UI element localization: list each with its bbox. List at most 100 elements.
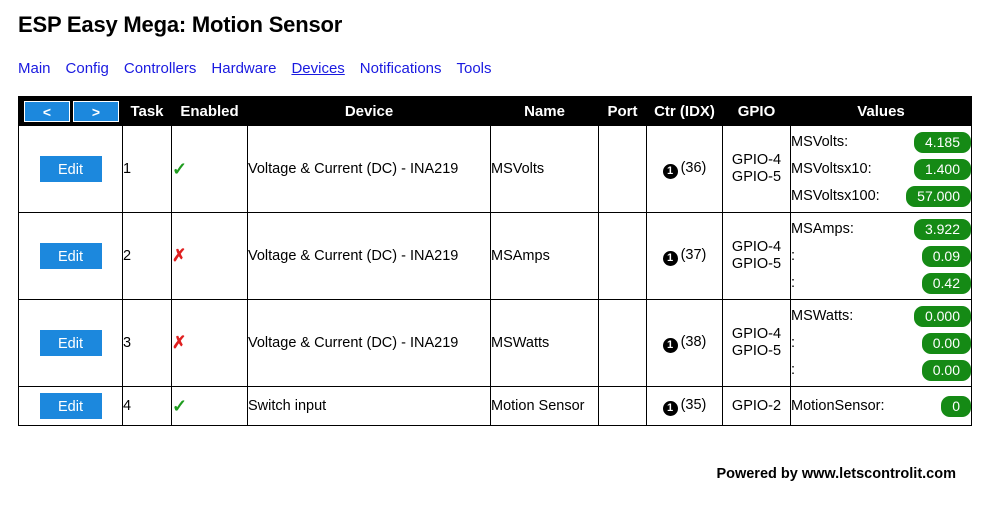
header-port: Port: [598, 96, 647, 126]
table-row: Edit 4 ✓ Switch input Motion Sensor 1 (35) GPIO…: [18, 386, 972, 426]
edit-cell: Edit: [18, 386, 123, 426]
nav-item-controllers[interactable]: Controllers: [124, 60, 197, 77]
header-enabled: Enabled: [171, 96, 248, 126]
edit-button[interactable]: Edit: [39, 393, 102, 419]
value-badge: 0.42: [921, 272, 971, 294]
cross-icon: ✗: [172, 333, 187, 352]
gpio-pin: GPIO-5: [731, 343, 782, 359]
header-ctr-idx: Ctr (IDX): [646, 96, 723, 126]
check-icon: ✓: [172, 395, 188, 416]
header-pager-cell: < >: [18, 96, 123, 126]
nav-item-notifications[interactable]: Notifications: [360, 60, 442, 77]
prev-page-button[interactable]: <: [24, 100, 70, 122]
value-label: :: [791, 335, 796, 351]
controller-idx-value: (36): [680, 159, 707, 176]
controller-idx-value: (37): [680, 246, 707, 263]
device-port: [598, 212, 647, 300]
header-values: Values: [790, 96, 972, 126]
edit-cell: Edit: [18, 299, 123, 387]
edit-button[interactable]: Edit: [39, 330, 102, 356]
value-label: MSVoltsx10:: [791, 161, 872, 177]
task-number: 3: [122, 299, 172, 387]
controller-number-icon: 1: [662, 163, 678, 179]
controller-idx-cell: 1 (37): [646, 212, 723, 300]
values-cell: MotionSensor: 0: [790, 386, 972, 426]
gpio-cell: GPIO-2: [722, 386, 791, 426]
device-port: [598, 299, 647, 387]
gpio-pin: GPIO-4: [731, 152, 782, 168]
device-name: MSWatts: [490, 299, 599, 387]
value-badge: 0.00: [921, 359, 971, 381]
edit-cell: Edit: [18, 125, 123, 213]
controller-idx-value: (38): [680, 333, 707, 350]
controller-idx-cell: 1 (35): [646, 386, 723, 426]
device-type: Voltage & Current (DC) - INA219: [247, 212, 491, 300]
device-type: Voltage & Current (DC) - INA219: [247, 299, 491, 387]
value-entry: MSVolts: 4.185: [791, 129, 971, 156]
controller-idx-cell: 1 (38): [646, 299, 723, 387]
check-icon: ✓: [172, 158, 188, 179]
value-entry: MotionSensor: 0: [791, 387, 971, 425]
task-number: 1: [122, 125, 172, 213]
value-entry: MSAmps: 3.922: [791, 216, 971, 243]
devices-table-wrapper: < > Task Enabled Device Name Port Ctr (I…: [18, 96, 982, 426]
value-badge: 0: [941, 395, 971, 417]
device-type: Switch input: [247, 386, 491, 426]
table-row: Edit 1 ✓ Voltage & Current (DC) - INA219 MSV…: [18, 125, 972, 213]
nav-item-config[interactable]: Config: [66, 60, 109, 77]
cross-icon: ✗: [172, 246, 187, 265]
value-label: :: [791, 275, 796, 291]
header-name: Name: [490, 96, 599, 126]
device-port: [598, 386, 647, 426]
edit-button[interactable]: Edit: [39, 243, 102, 269]
value-entry: MSWatts: 0.000: [791, 303, 971, 330]
header-gpio: GPIO: [722, 96, 791, 126]
controller-number-icon: 1: [662, 250, 678, 266]
gpio-cell: GPIO-4 GPIO-5: [722, 299, 791, 387]
value-entry: MSVoltsx10: 1.400: [791, 156, 971, 183]
pager-controls: < >: [19, 98, 122, 125]
table-header: < > Task Enabled Device Name Port Ctr (I…: [18, 96, 972, 126]
nav-item-main[interactable]: Main: [18, 60, 51, 77]
enabled-cell: ✗: [171, 212, 248, 300]
value-label: MSWatts:: [791, 308, 854, 324]
header-row: < > Task Enabled Device Name Port Ctr (I…: [18, 96, 972, 126]
value-badge: 4.185: [913, 131, 971, 153]
nav-item-hardware[interactable]: Hardware: [211, 60, 276, 77]
header-task: Task: [122, 96, 172, 126]
gpio-cell: GPIO-4 GPIO-5: [722, 212, 791, 300]
value-entry: : 0.42: [791, 270, 971, 297]
values-cell: MSVolts: 4.185 MSVoltsx10: 1.400 MSVoltsx100…: [790, 125, 972, 213]
edit-button[interactable]: Edit: [39, 156, 102, 182]
value-entry: : 0.09: [791, 243, 971, 270]
value-entry: : 0.00: [791, 330, 971, 357]
nav-item-devices[interactable]: Devices: [291, 60, 344, 77]
device-name: Motion Sensor: [490, 386, 599, 426]
enabled-cell: ✓: [171, 386, 248, 426]
controller-idx-cell: 1 (36): [646, 125, 723, 213]
value-entry: : 0.00: [791, 357, 971, 384]
values-cell: MSWatts: 0.000: 0.00: 0.00: [790, 299, 972, 387]
value-label: MSAmps:: [791, 221, 854, 237]
value-label: :: [791, 248, 796, 264]
device-name: MSAmps: [490, 212, 599, 300]
gpio-cell: GPIO-4 GPIO-5: [722, 125, 791, 213]
device-type: Voltage & Current (DC) - INA219: [247, 125, 491, 213]
nav-item-tools[interactable]: Tools: [457, 60, 492, 77]
main-navigation: Main Config Controllers Hardware Devices Noti…: [18, 60, 982, 77]
gpio-pin: GPIO-2: [731, 397, 782, 414]
task-number: 4: [122, 386, 172, 426]
controller-number-icon: 1: [662, 400, 678, 416]
device-name: MSVolts: [490, 125, 599, 213]
controller-number-icon: 1: [662, 337, 678, 353]
value-label: MSVoltsx100:: [791, 188, 880, 204]
next-page-button[interactable]: >: [73, 100, 119, 122]
value-label: MotionSensor:: [791, 398, 885, 414]
table-row: Edit 2 ✗ Voltage & Current (DC) - INA219 MSA…: [18, 212, 972, 300]
table-body: Edit 1 ✓ Voltage & Current (DC) - INA219 MSV…: [18, 125, 972, 426]
value-badge: 0.00: [921, 332, 971, 354]
controller-idx-value: (35): [680, 396, 707, 413]
edit-cell: Edit: [18, 212, 123, 300]
enabled-cell: ✗: [171, 299, 248, 387]
value-badge: 0.000: [913, 305, 971, 327]
